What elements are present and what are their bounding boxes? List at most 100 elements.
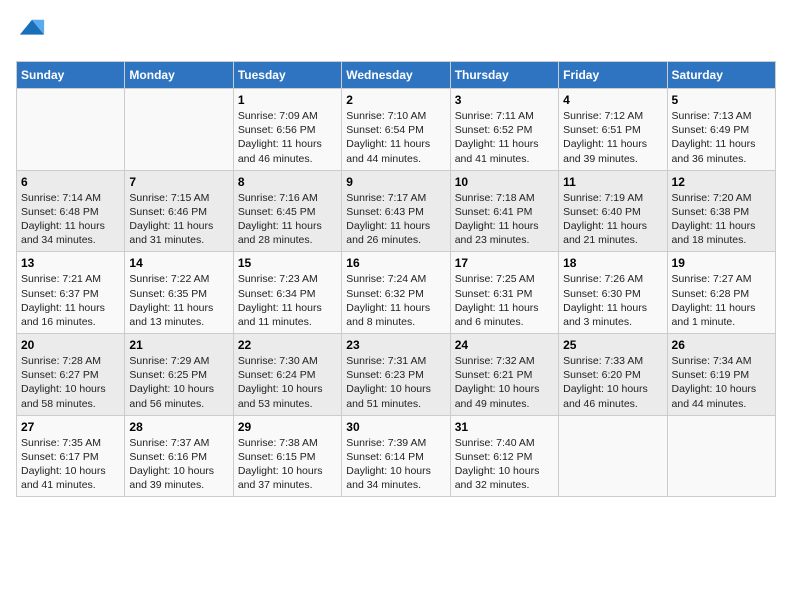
day-info: Sunrise: 7:35 AMSunset: 6:17 PMDaylight:… <box>21 436 120 493</box>
calendar-day-cell <box>125 89 233 171</box>
day-info: Sunrise: 7:18 AMSunset: 6:41 PMDaylight:… <box>455 191 554 248</box>
calendar-day-cell: 25 Sunrise: 7:33 AMSunset: 6:20 PMDayligh… <box>559 334 667 416</box>
day-info: Sunrise: 7:16 AMSunset: 6:45 PMDaylight:… <box>238 191 337 248</box>
day-info: Sunrise: 7:11 AMSunset: 6:52 PMDaylight:… <box>455 109 554 166</box>
day-info: Sunrise: 7:31 AMSunset: 6:23 PMDaylight:… <box>346 354 445 411</box>
day-number: 12 <box>672 175 771 189</box>
calendar-day-cell: 3 Sunrise: 7:11 AMSunset: 6:52 PMDaylight… <box>450 89 558 171</box>
day-number: 3 <box>455 93 554 107</box>
calendar-week-row: 13 Sunrise: 7:21 AMSunset: 6:37 PMDayligh… <box>17 252 776 334</box>
day-info: Sunrise: 7:21 AMSunset: 6:37 PMDaylight:… <box>21 272 120 329</box>
header-monday: Monday <box>125 62 233 89</box>
calendar-day-cell: 9 Sunrise: 7:17 AMSunset: 6:43 PMDaylight… <box>342 170 450 252</box>
calendar-day-cell <box>667 415 775 497</box>
day-info: Sunrise: 7:37 AMSunset: 6:16 PMDaylight:… <box>129 436 228 493</box>
calendar-day-cell: 24 Sunrise: 7:32 AMSunset: 6:21 PMDayligh… <box>450 334 558 416</box>
calendar-day-cell: 17 Sunrise: 7:25 AMSunset: 6:31 PMDayligh… <box>450 252 558 334</box>
calendar-day-cell: 30Sunrise: 7:39 AMSunset: 6:14 PMDayligh… <box>342 415 450 497</box>
day-number: 16 <box>346 256 445 270</box>
day-info: Sunrise: 7:09 AMSunset: 6:56 PMDaylight:… <box>238 109 337 166</box>
day-info: Sunrise: 7:23 AMSunset: 6:34 PMDaylight:… <box>238 272 337 329</box>
logo <box>16 16 46 49</box>
calendar-week-row: 20 Sunrise: 7:28 AMSunset: 6:27 PMDayligh… <box>17 334 776 416</box>
day-number: 24 <box>455 338 554 352</box>
calendar-day-cell: 1 Sunrise: 7:09 AMSunset: 6:56 PMDaylight… <box>233 89 341 171</box>
day-number: 27 <box>21 420 120 434</box>
day-number: 21 <box>129 338 228 352</box>
day-info: Sunrise: 7:30 AMSunset: 6:24 PMDaylight:… <box>238 354 337 411</box>
day-number: 18 <box>563 256 662 270</box>
calendar-day-cell: 27 Sunrise: 7:35 AMSunset: 6:17 PMDayligh… <box>17 415 125 497</box>
calendar-day-cell: 16 Sunrise: 7:24 AMSunset: 6:32 PMDayligh… <box>342 252 450 334</box>
day-number: 13 <box>21 256 120 270</box>
day-info: Sunrise: 7:38 AMSunset: 6:15 PMDaylight:… <box>238 436 337 493</box>
day-number: 20 <box>21 338 120 352</box>
day-info: Sunrise: 7:14 AMSunset: 6:48 PMDaylight:… <box>21 191 120 248</box>
day-number: 5 <box>672 93 771 107</box>
header-tuesday: Tuesday <box>233 62 341 89</box>
calendar-day-cell: 31Sunrise: 7:40 AMSunset: 6:12 PMDayligh… <box>450 415 558 497</box>
day-info: Sunrise: 7:24 AMSunset: 6:32 PMDaylight:… <box>346 272 445 329</box>
calendar-day-cell: 23Sunrise: 7:31 AMSunset: 6:23 PMDayligh… <box>342 334 450 416</box>
day-info: Sunrise: 7:32 AMSunset: 6:21 PMDaylight:… <box>455 354 554 411</box>
logo-icon <box>18 16 46 44</box>
header-thursday: Thursday <box>450 62 558 89</box>
calendar-day-cell: 15Sunrise: 7:23 AMSunset: 6:34 PMDayligh… <box>233 252 341 334</box>
day-info: Sunrise: 7:33 AMSunset: 6:20 PMDaylight:… <box>563 354 662 411</box>
day-info: Sunrise: 7:40 AMSunset: 6:12 PMDaylight:… <box>455 436 554 493</box>
calendar-day-cell: 7 Sunrise: 7:15 AMSunset: 6:46 PMDaylight… <box>125 170 233 252</box>
calendar-day-cell: 6 Sunrise: 7:14 AMSunset: 6:48 PMDaylight… <box>17 170 125 252</box>
day-number: 28 <box>129 420 228 434</box>
day-number: 25 <box>563 338 662 352</box>
day-number: 9 <box>346 175 445 189</box>
calendar-day-cell: 4 Sunrise: 7:12 AMSunset: 6:51 PMDaylight… <box>559 89 667 171</box>
day-info: Sunrise: 7:34 AMSunset: 6:19 PMDaylight:… <box>672 354 771 411</box>
day-number: 8 <box>238 175 337 189</box>
day-info: Sunrise: 7:22 AMSunset: 6:35 PMDaylight:… <box>129 272 228 329</box>
calendar-week-row: 27 Sunrise: 7:35 AMSunset: 6:17 PMDayligh… <box>17 415 776 497</box>
day-number: 11 <box>563 175 662 189</box>
page-header <box>16 16 776 49</box>
day-info: Sunrise: 7:28 AMSunset: 6:27 PMDaylight:… <box>21 354 120 411</box>
calendar-day-cell: 12 Sunrise: 7:20 AMSunset: 6:38 PMDayligh… <box>667 170 775 252</box>
day-info: Sunrise: 7:10 AMSunset: 6:54 PMDaylight:… <box>346 109 445 166</box>
calendar-day-cell: 5 Sunrise: 7:13 AMSunset: 6:49 PMDaylight… <box>667 89 775 171</box>
calendar-day-cell: 22 Sunrise: 7:30 AMSunset: 6:24 PMDayligh… <box>233 334 341 416</box>
logo-text <box>16 16 46 49</box>
day-number: 2 <box>346 93 445 107</box>
header-sunday: Sunday <box>17 62 125 89</box>
day-info: Sunrise: 7:13 AMSunset: 6:49 PMDaylight:… <box>672 109 771 166</box>
calendar-week-row: 1 Sunrise: 7:09 AMSunset: 6:56 PMDaylight… <box>17 89 776 171</box>
day-number: 22 <box>238 338 337 352</box>
calendar-day-cell: 21 Sunrise: 7:29 AMSunset: 6:25 PMDayligh… <box>125 334 233 416</box>
day-number: 4 <box>563 93 662 107</box>
calendar-day-cell <box>559 415 667 497</box>
day-number: 10 <box>455 175 554 189</box>
calendar-day-cell: 8 Sunrise: 7:16 AMSunset: 6:45 PMDaylight… <box>233 170 341 252</box>
header-friday: Friday <box>559 62 667 89</box>
day-info: Sunrise: 7:25 AMSunset: 6:31 PMDaylight:… <box>455 272 554 329</box>
day-info: Sunrise: 7:12 AMSunset: 6:51 PMDaylight:… <box>563 109 662 166</box>
calendar-day-cell: 11 Sunrise: 7:19 AMSunset: 6:40 PMDayligh… <box>559 170 667 252</box>
calendar-day-cell: 18Sunrise: 7:26 AMSunset: 6:30 PMDayligh… <box>559 252 667 334</box>
calendar-week-row: 6 Sunrise: 7:14 AMSunset: 6:48 PMDaylight… <box>17 170 776 252</box>
calendar-day-cell: 28 Sunrise: 7:37 AMSunset: 6:16 PMDayligh… <box>125 415 233 497</box>
day-number: 7 <box>129 175 228 189</box>
calendar-day-cell <box>17 89 125 171</box>
header-wednesday: Wednesday <box>342 62 450 89</box>
day-info: Sunrise: 7:29 AMSunset: 6:25 PMDaylight:… <box>129 354 228 411</box>
day-number: 1 <box>238 93 337 107</box>
day-number: 14 <box>129 256 228 270</box>
calendar-day-cell: 10 Sunrise: 7:18 AMSunset: 6:41 PMDayligh… <box>450 170 558 252</box>
day-number: 26 <box>672 338 771 352</box>
day-number: 29 <box>238 420 337 434</box>
day-info: Sunrise: 7:15 AMSunset: 6:46 PMDaylight:… <box>129 191 228 248</box>
calendar-day-cell: 29 Sunrise: 7:38 AMSunset: 6:15 PMDayligh… <box>233 415 341 497</box>
day-info: Sunrise: 7:17 AMSunset: 6:43 PMDaylight:… <box>346 191 445 248</box>
day-number: 19 <box>672 256 771 270</box>
calendar-day-cell: 26 Sunrise: 7:34 AMSunset: 6:19 PMDayligh… <box>667 334 775 416</box>
day-info: Sunrise: 7:20 AMSunset: 6:38 PMDaylight:… <box>672 191 771 248</box>
day-number: 17 <box>455 256 554 270</box>
day-number: 6 <box>21 175 120 189</box>
day-info: Sunrise: 7:19 AMSunset: 6:40 PMDaylight:… <box>563 191 662 248</box>
